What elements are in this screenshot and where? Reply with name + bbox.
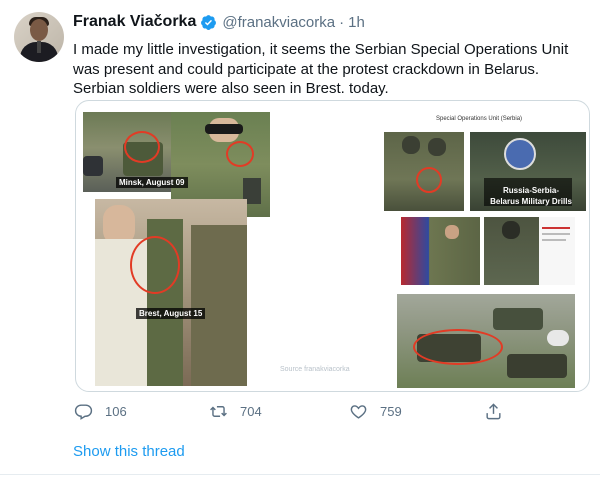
highlight-circle — [130, 236, 180, 294]
highlight-circle — [124, 131, 160, 163]
tweet-actions: 106 704 759 — [74, 402, 514, 426]
separator: · — [339, 13, 345, 31]
retweet-icon — [210, 406, 227, 417]
author-name[interactable]: Franak Viačorka — [73, 13, 196, 31]
retweet-button[interactable]: 704 — [209, 402, 262, 421]
photo-article-snippet — [539, 217, 575, 285]
verified-badge-icon — [201, 14, 217, 30]
share-button[interactable] — [484, 402, 515, 421]
media-collage[interactable]: Minsk, August 09 Brest, August 15 Source… — [75, 100, 590, 392]
show-thread-link[interactable]: Show this thread — [73, 443, 185, 460]
like-icon — [350, 405, 367, 419]
avatar[interactable] — [14, 12, 64, 62]
reply-button[interactable]: 106 — [74, 402, 127, 421]
highlight-circle — [416, 167, 442, 193]
panel-title: Special Operations Unit (Serbia) — [436, 116, 523, 122]
reply-icon — [74, 404, 93, 420]
share-icon — [486, 403, 501, 420]
timestamp[interactable]: 1h — [348, 14, 365, 31]
reply-count: 106 — [105, 404, 127, 419]
photo-flag-soldiers — [401, 217, 480, 285]
tweet-header: Franak Viačorka @franakviacorka · 1h — [73, 12, 365, 32]
highlight-circle — [226, 141, 254, 167]
tweet-text: I made my little investigation, it seems… — [73, 41, 569, 97]
caption-brest: Brest, August 15 — [136, 308, 206, 319]
highlight-circle — [413, 329, 503, 365]
tweet: Franak Viačorka @franakviacorka · 1h I m… — [0, 0, 600, 478]
like-count: 759 — [380, 404, 402, 419]
retweet-count: 704 — [240, 404, 262, 419]
photo-brest — [95, 199, 247, 386]
divider — [0, 474, 600, 475]
caption-minsk: Minsk, August 09 — [116, 177, 188, 188]
source-credit: Source franakviacorka — [280, 366, 350, 373]
like-button[interactable]: 759 — [349, 402, 402, 421]
photo-soldier-portrait — [484, 217, 539, 285]
drills-caption: Russia-Serbia- Belarus Military Drills — [490, 186, 572, 206]
author-handle[interactable]: @franakviacorka — [222, 14, 335, 31]
